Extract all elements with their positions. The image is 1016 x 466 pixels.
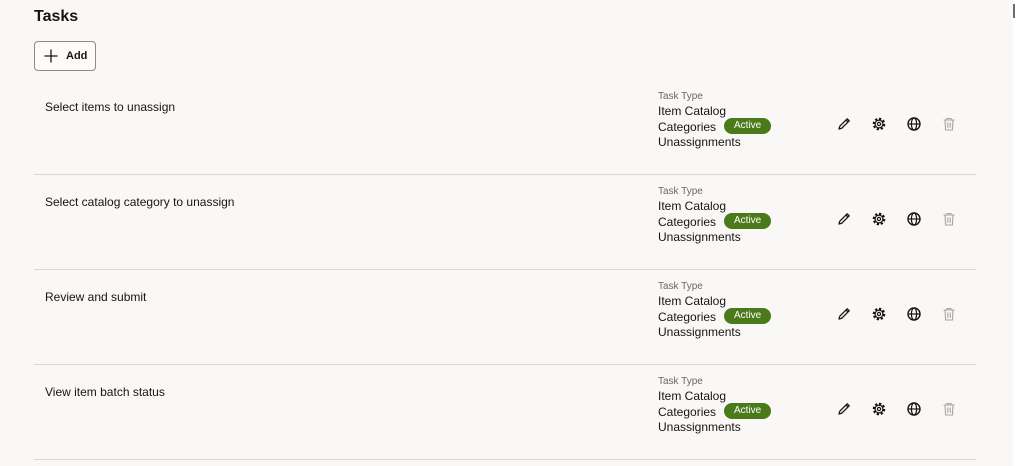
delete-button[interactable]: [939, 211, 959, 231]
delete-button[interactable]: [939, 401, 959, 421]
globe-icon: [906, 116, 922, 137]
gear-icon: [871, 116, 887, 137]
trash-icon: [941, 306, 957, 327]
settings-button[interactable]: [869, 401, 889, 421]
task-type-label: Task Type: [658, 186, 703, 197]
pencil-icon: [836, 211, 852, 232]
globe-icon: [906, 401, 922, 422]
pencil-icon: [836, 401, 852, 422]
settings-button[interactable]: [869, 116, 889, 136]
settings-button[interactable]: [869, 306, 889, 326]
translate-button[interactable]: [904, 116, 924, 136]
gear-icon: [871, 306, 887, 327]
task-name[interactable]: Select items to unassign: [45, 100, 175, 114]
task-row: Select items to unassign Task Type Item …: [34, 80, 976, 175]
delete-button[interactable]: [939, 116, 959, 136]
settings-button[interactable]: [869, 211, 889, 231]
task-name[interactable]: Review and submit: [45, 290, 146, 304]
delete-button[interactable]: [939, 306, 959, 326]
task-type-label: Task Type: [658, 281, 703, 292]
trash-icon: [941, 401, 957, 422]
globe-icon: [906, 306, 922, 327]
pencil-icon: [836, 116, 852, 137]
task-row: Review and submit Task Type Item Catalog…: [34, 270, 976, 365]
add-task-button[interactable]: Add: [34, 41, 96, 71]
edit-button[interactable]: [834, 116, 854, 136]
add-button-label: Add: [66, 50, 88, 62]
status-badge: Active: [724, 118, 772, 134]
task-list: Select items to unassign Task Type Item …: [34, 80, 976, 460]
task-row: View item batch status Task Type Item Ca…: [34, 365, 976, 460]
status-badge: Active: [724, 403, 772, 419]
task-name[interactable]: Select catalog category to unassign: [45, 195, 234, 209]
status-badge: Active: [724, 308, 772, 324]
page-title: Tasks: [34, 8, 79, 25]
plus-icon: [44, 49, 58, 63]
edit-button[interactable]: [834, 401, 854, 421]
task-row: Select catalog category to unassign Task…: [34, 175, 976, 270]
globe-icon: [906, 211, 922, 232]
trash-icon: [941, 211, 957, 232]
translate-button[interactable]: [904, 401, 924, 421]
gear-icon: [871, 211, 887, 232]
translate-button[interactable]: [904, 211, 924, 231]
edit-button[interactable]: [834, 211, 854, 231]
task-type-label: Task Type: [658, 376, 703, 387]
status-badge: Active: [724, 213, 772, 229]
edit-button[interactable]: [834, 306, 854, 326]
task-name[interactable]: View item batch status: [45, 385, 165, 399]
gear-icon: [871, 401, 887, 422]
translate-button[interactable]: [904, 306, 924, 326]
pencil-icon: [836, 306, 852, 327]
trash-icon: [941, 116, 957, 137]
task-type-label: Task Type: [658, 91, 703, 102]
